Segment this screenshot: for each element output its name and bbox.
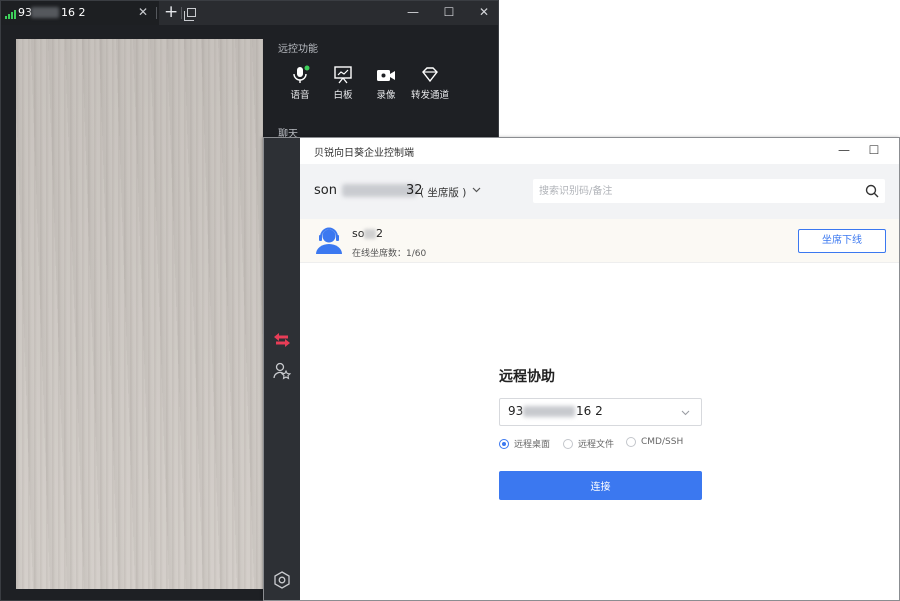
connect-button[interactable]: 连接 — [499, 471, 702, 500]
close-icon[interactable]: ✕ — [476, 5, 492, 19]
account-edition: ( 坐席版 ) — [420, 187, 467, 199]
mode-radio-remote-file[interactable]: 远程文件 — [563, 437, 614, 450]
search-box — [533, 179, 885, 203]
seat-offline-button[interactable]: 坐席下线 — [798, 229, 886, 253]
minimize-icon[interactable]: — — [405, 5, 421, 19]
func-label: 转发通道 — [410, 90, 449, 101]
whiteboard-icon — [334, 66, 352, 84]
divider — [156, 7, 157, 19]
device-id-suffix: 16 2 — [576, 404, 603, 418]
divider — [181, 7, 182, 19]
seat-name: so — [352, 227, 365, 240]
maximize-icon[interactable]: ☐ — [866, 143, 882, 157]
section-title-remote-functions: 远控功能 — [278, 44, 318, 55]
console-header: son 32 ( 坐席版 ) — [300, 164, 899, 219]
radio-label: CMD/SSH — [641, 437, 684, 447]
func-label: 录像 — [376, 90, 396, 101]
maximize-icon[interactable]: ☐ — [441, 5, 457, 19]
chevron-down-icon — [681, 410, 690, 416]
account-name: son — [314, 183, 337, 198]
radio-selected-icon — [499, 438, 509, 449]
radio-label: 远程文件 — [578, 440, 615, 450]
seat-status-bar: so 2 在线坐席数：1/60 坐席下线 — [300, 219, 899, 263]
forward-channel-button[interactable]: 转发通道 — [410, 65, 450, 101]
account-switcher[interactable]: son 32 ( 坐席版 ) — [300, 164, 500, 219]
radio-unselected-icon — [563, 438, 573, 449]
console-titlebar: 贝锐向日葵企业控制端 — ☐ ✕ — [300, 138, 899, 164]
remote-assist-title: 远程协助 — [499, 369, 555, 385]
minimize-icon[interactable]: — — [836, 143, 852, 157]
device-id-value: 93 — [508, 404, 524, 418]
enterprise-console-window: 贝锐向日葵企业控制端 — ☐ ✕ son 32 ( 坐席版 ) — [263, 137, 900, 601]
mode-radio-remote-desktop[interactable]: 远程桌面 — [499, 437, 550, 450]
session-tab[interactable]: 93 16 2 ✕ — [1, 1, 159, 25]
video-record-button[interactable]: 录像 — [366, 65, 406, 101]
redacted-mask — [364, 229, 376, 239]
signal-strength-icon — [5, 9, 17, 19]
add-tab-icon[interactable]: + — [164, 2, 178, 22]
voice-button[interactable]: 语音 — [280, 65, 320, 101]
settings-icon[interactable] — [273, 571, 291, 589]
mode-radio-cmd-ssh[interactable]: CMD/SSH — [626, 437, 683, 447]
radio-label: 远程桌面 — [514, 440, 551, 450]
func-label: 白板 — [333, 90, 353, 101]
video-record-icon — [377, 70, 395, 81]
radio-unselected-icon — [626, 437, 636, 447]
tab-bar: 93 16 2 ✕ + — ☐ ✕ — [1, 1, 498, 25]
side-navigation — [264, 138, 300, 600]
tab-title: 93 — [18, 6, 32, 19]
device-id-select[interactable]: 93 16 2 — [499, 398, 702, 426]
window-title: 贝锐向日葵企业控制端 — [314, 148, 414, 159]
search-icon[interactable] — [865, 184, 879, 198]
popout-window-icon[interactable] — [184, 8, 196, 21]
agent-avatar-icon — [316, 227, 342, 254]
online-seat-count: 在线坐席数：1/60 — [352, 249, 427, 259]
search-input[interactable] — [539, 183, 839, 199]
whiteboard-button[interactable]: 白板 — [323, 65, 363, 101]
chevron-down-icon — [472, 187, 481, 193]
redacted-mask — [523, 406, 575, 417]
func-label: 语音 — [290, 90, 310, 101]
tab-title-suffix: 16 2 — [61, 6, 86, 19]
user-star-icon[interactable] — [273, 362, 291, 380]
remote-assist-nav-icon[interactable] — [272, 332, 292, 348]
redacted-mask — [31, 7, 59, 18]
forward-channel-icon — [422, 67, 438, 83]
seat-name-suffix: 2 — [376, 227, 383, 240]
microphone-icon — [293, 65, 310, 83]
remote-desktop-view[interactable] — [16, 39, 263, 589]
tab-close-icon[interactable]: ✕ — [138, 5, 148, 19]
